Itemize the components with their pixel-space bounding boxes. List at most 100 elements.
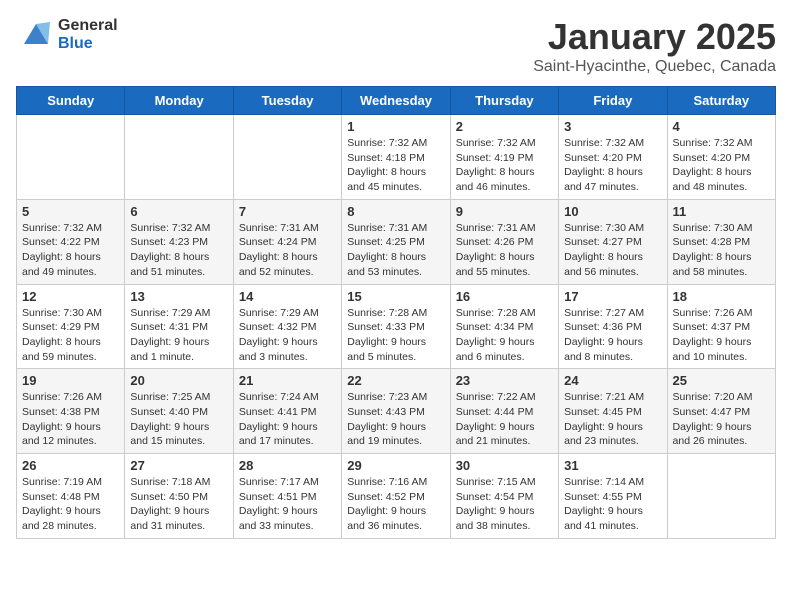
day-info: Sunrise: 7:15 AMSunset: 4:54 PMDaylight:…: [456, 476, 536, 532]
logo-text: General Blue: [58, 17, 118, 52]
day-of-week-header: Tuesday: [233, 87, 341, 115]
day-number: 24: [564, 373, 661, 388]
calendar-day-cell: 6 Sunrise: 7:32 AMSunset: 4:23 PMDayligh…: [125, 199, 233, 284]
day-info: Sunrise: 7:31 AMSunset: 4:24 PMDaylight:…: [239, 222, 319, 278]
day-number: 7: [239, 204, 336, 219]
day-info: Sunrise: 7:30 AMSunset: 4:27 PMDaylight:…: [564, 222, 644, 278]
calendar-week-row: 12 Sunrise: 7:30 AMSunset: 4:29 PMDaylig…: [17, 284, 776, 369]
calendar-day-cell: 2 Sunrise: 7:32 AMSunset: 4:19 PMDayligh…: [450, 115, 558, 200]
day-number: 21: [239, 373, 336, 388]
day-number: 8: [347, 204, 444, 219]
calendar-day-cell: 20 Sunrise: 7:25 AMSunset: 4:40 PMDaylig…: [125, 369, 233, 454]
calendar-day-cell: 7 Sunrise: 7:31 AMSunset: 4:24 PMDayligh…: [233, 199, 341, 284]
day-number: 9: [456, 204, 553, 219]
day-of-week-header: Thursday: [450, 87, 558, 115]
day-number: 23: [456, 373, 553, 388]
day-number: 31: [564, 458, 661, 473]
calendar-day-cell: [125, 115, 233, 200]
calendar-day-cell: 10 Sunrise: 7:30 AMSunset: 4:27 PMDaylig…: [559, 199, 667, 284]
title-area: January 2025 Saint-Hyacinthe, Quebec, Ca…: [533, 16, 776, 76]
day-of-week-header: Saturday: [667, 87, 775, 115]
calendar-day-cell: 3 Sunrise: 7:32 AMSunset: 4:20 PMDayligh…: [559, 115, 667, 200]
calendar-day-cell: 23 Sunrise: 7:22 AMSunset: 4:44 PMDaylig…: [450, 369, 558, 454]
day-info: Sunrise: 7:23 AMSunset: 4:43 PMDaylight:…: [347, 391, 427, 447]
day-number: 22: [347, 373, 444, 388]
calendar-header-row: SundayMondayTuesdayWednesdayThursdayFrid…: [17, 87, 776, 115]
day-info: Sunrise: 7:29 AMSunset: 4:32 PMDaylight:…: [239, 307, 319, 363]
day-info: Sunrise: 7:24 AMSunset: 4:41 PMDaylight:…: [239, 391, 319, 447]
calendar-day-cell: 1 Sunrise: 7:32 AMSunset: 4:18 PMDayligh…: [342, 115, 450, 200]
calendar-day-cell: 28 Sunrise: 7:17 AMSunset: 4:51 PMDaylig…: [233, 454, 341, 539]
day-info: Sunrise: 7:28 AMSunset: 4:33 PMDaylight:…: [347, 307, 427, 363]
logo-icon: [16, 16, 54, 54]
calendar-week-row: 1 Sunrise: 7:32 AMSunset: 4:18 PMDayligh…: [17, 115, 776, 200]
day-info: Sunrise: 7:32 AMSunset: 4:18 PMDaylight:…: [347, 137, 427, 193]
calendar-week-row: 5 Sunrise: 7:32 AMSunset: 4:22 PMDayligh…: [17, 199, 776, 284]
calendar-day-cell: 21 Sunrise: 7:24 AMSunset: 4:41 PMDaylig…: [233, 369, 341, 454]
day-number: 5: [22, 204, 119, 219]
calendar-week-row: 19 Sunrise: 7:26 AMSunset: 4:38 PMDaylig…: [17, 369, 776, 454]
calendar-day-cell: 13 Sunrise: 7:29 AMSunset: 4:31 PMDaylig…: [125, 284, 233, 369]
day-number: 29: [347, 458, 444, 473]
day-info: Sunrise: 7:30 AMSunset: 4:28 PMDaylight:…: [673, 222, 753, 278]
calendar-day-cell: [233, 115, 341, 200]
day-info: Sunrise: 7:21 AMSunset: 4:45 PMDaylight:…: [564, 391, 644, 447]
calendar-day-cell: 31 Sunrise: 7:14 AMSunset: 4:55 PMDaylig…: [559, 454, 667, 539]
calendar-week-row: 26 Sunrise: 7:19 AMSunset: 4:48 PMDaylig…: [17, 454, 776, 539]
day-info: Sunrise: 7:26 AMSunset: 4:38 PMDaylight:…: [22, 391, 102, 447]
day-info: Sunrise: 7:32 AMSunset: 4:22 PMDaylight:…: [22, 222, 102, 278]
calendar-day-cell: 30 Sunrise: 7:15 AMSunset: 4:54 PMDaylig…: [450, 454, 558, 539]
logo-blue: Blue: [58, 35, 118, 53]
day-number: 17: [564, 289, 661, 304]
day-number: 28: [239, 458, 336, 473]
day-number: 20: [130, 373, 227, 388]
calendar-day-cell: 12 Sunrise: 7:30 AMSunset: 4:29 PMDaylig…: [17, 284, 125, 369]
month-title: January 2025: [533, 16, 776, 58]
location-title: Saint-Hyacinthe, Quebec, Canada: [533, 58, 776, 76]
day-info: Sunrise: 7:31 AMSunset: 4:26 PMDaylight:…: [456, 222, 536, 278]
calendar-day-cell: 4 Sunrise: 7:32 AMSunset: 4:20 PMDayligh…: [667, 115, 775, 200]
logo: General Blue: [16, 16, 118, 54]
day-info: Sunrise: 7:25 AMSunset: 4:40 PMDaylight:…: [130, 391, 210, 447]
day-info: Sunrise: 7:17 AMSunset: 4:51 PMDaylight:…: [239, 476, 319, 532]
calendar-day-cell: 14 Sunrise: 7:29 AMSunset: 4:32 PMDaylig…: [233, 284, 341, 369]
day-info: Sunrise: 7:29 AMSunset: 4:31 PMDaylight:…: [130, 307, 210, 363]
day-info: Sunrise: 7:20 AMSunset: 4:47 PMDaylight:…: [673, 391, 753, 447]
day-info: Sunrise: 7:28 AMSunset: 4:34 PMDaylight:…: [456, 307, 536, 363]
day-info: Sunrise: 7:32 AMSunset: 4:19 PMDaylight:…: [456, 137, 536, 193]
calendar-day-cell: 24 Sunrise: 7:21 AMSunset: 4:45 PMDaylig…: [559, 369, 667, 454]
calendar-day-cell: 11 Sunrise: 7:30 AMSunset: 4:28 PMDaylig…: [667, 199, 775, 284]
calendar-day-cell: 27 Sunrise: 7:18 AMSunset: 4:50 PMDaylig…: [125, 454, 233, 539]
calendar-day-cell: 15 Sunrise: 7:28 AMSunset: 4:33 PMDaylig…: [342, 284, 450, 369]
day-number: 11: [673, 204, 770, 219]
day-number: 3: [564, 119, 661, 134]
day-info: Sunrise: 7:26 AMSunset: 4:37 PMDaylight:…: [673, 307, 753, 363]
day-number: 18: [673, 289, 770, 304]
calendar-day-cell: 18 Sunrise: 7:26 AMSunset: 4:37 PMDaylig…: [667, 284, 775, 369]
calendar-day-cell: 29 Sunrise: 7:16 AMSunset: 4:52 PMDaylig…: [342, 454, 450, 539]
day-info: Sunrise: 7:22 AMSunset: 4:44 PMDaylight:…: [456, 391, 536, 447]
calendar-day-cell: 25 Sunrise: 7:20 AMSunset: 4:47 PMDaylig…: [667, 369, 775, 454]
day-number: 16: [456, 289, 553, 304]
calendar-day-cell: 26 Sunrise: 7:19 AMSunset: 4:48 PMDaylig…: [17, 454, 125, 539]
day-info: Sunrise: 7:19 AMSunset: 4:48 PMDaylight:…: [22, 476, 102, 532]
day-number: 6: [130, 204, 227, 219]
day-number: 12: [22, 289, 119, 304]
day-info: Sunrise: 7:32 AMSunset: 4:23 PMDaylight:…: [130, 222, 210, 278]
day-number: 1: [347, 119, 444, 134]
calendar-day-cell: 19 Sunrise: 7:26 AMSunset: 4:38 PMDaylig…: [17, 369, 125, 454]
calendar-day-cell: 17 Sunrise: 7:27 AMSunset: 4:36 PMDaylig…: [559, 284, 667, 369]
day-number: 26: [22, 458, 119, 473]
logo-general: General: [58, 17, 118, 35]
day-number: 10: [564, 204, 661, 219]
calendar-day-cell: 5 Sunrise: 7:32 AMSunset: 4:22 PMDayligh…: [17, 199, 125, 284]
day-number: 4: [673, 119, 770, 134]
day-number: 25: [673, 373, 770, 388]
day-number: 15: [347, 289, 444, 304]
calendar-day-cell: [667, 454, 775, 539]
day-number: 30: [456, 458, 553, 473]
day-info: Sunrise: 7:27 AMSunset: 4:36 PMDaylight:…: [564, 307, 644, 363]
day-info: Sunrise: 7:14 AMSunset: 4:55 PMDaylight:…: [564, 476, 644, 532]
day-number: 2: [456, 119, 553, 134]
page-header: General Blue January 2025 Saint-Hyacinth…: [16, 16, 776, 76]
